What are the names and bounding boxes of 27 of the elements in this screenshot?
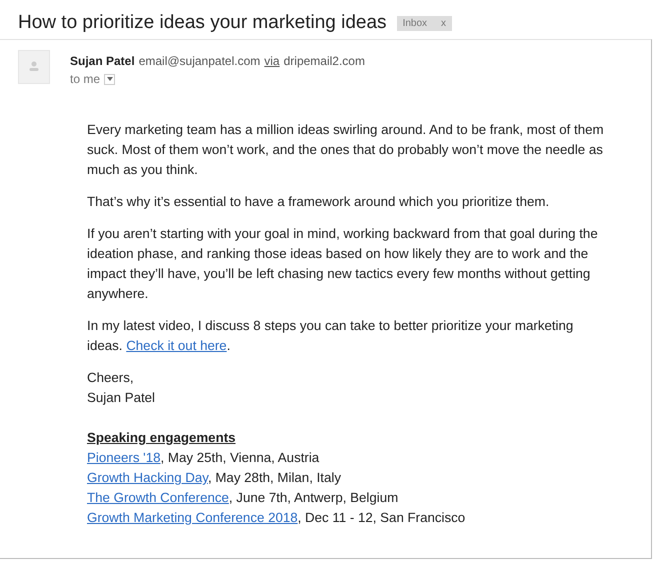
avatar-icon [18,50,50,84]
sender-email: email@sujanpatel.com [138,53,260,70]
remove-label-button[interactable]: x [441,18,446,28]
signoff-line: Sujan Patel [87,389,156,407]
email-subject: How to prioritize ideas your marketing ideas [18,12,387,34]
recipient-text: to me [70,71,100,88]
event-link[interactable]: The Growth Conference [87,490,229,505]
signoff-line: Cheers, [87,369,135,387]
body-paragraph: That’s why it’s essential to have a framework around which you prioritize them. [87,193,550,211]
label-name: Inbox [402,18,428,28]
event-link[interactable]: Growth Marketing Conference 2018 [87,510,298,525]
section-heading: Speaking engagements [87,429,237,447]
event-line: The Growth Conference, June 7th, Antwerp, Belgium [87,489,400,507]
via-domain: dripemail2.com [284,53,365,70]
video-link[interactable]: Check it out here [126,338,227,353]
event-link[interactable]: Pioneers '18 [87,450,161,465]
event-line: Growth Hacking Day, May 28th, Milan, Italy [87,469,342,487]
event-line: Pioneers '18, May 25th, Vienna, Austria [87,449,320,467]
via-link[interactable]: via [264,52,280,70]
details-dropdown-button[interactable] [104,74,116,84]
body-paragraph: In my latest video, I discuss 8 steps you can take to better prioritize your marketing ideas. Check it out here. [87,317,574,355]
event-line: Growth Marketing Conference 2018, Dec 11 - 12, San Francisco [87,509,466,527]
body-paragraph: Every marketing team has a million ideas swirling around. And to be frank, most of them suck. Most of them won’t work, and the ones that do probably won’t move the needle as much as you think. [87,121,605,179]
event-link[interactable]: Growth Hacking Day [87,470,208,485]
caret-icon [106,77,113,81]
body-paragraph: If you aren’t starting with your goal in mind, working backward from that goal during the ideation phase, and ranking those ideas based on how likely they are to work and the impact they’ll have, you’ll be left chasing new tactics every few months without getting anywhere. [87,225,599,303]
sender-name: Sujan Patel [70,53,135,70]
